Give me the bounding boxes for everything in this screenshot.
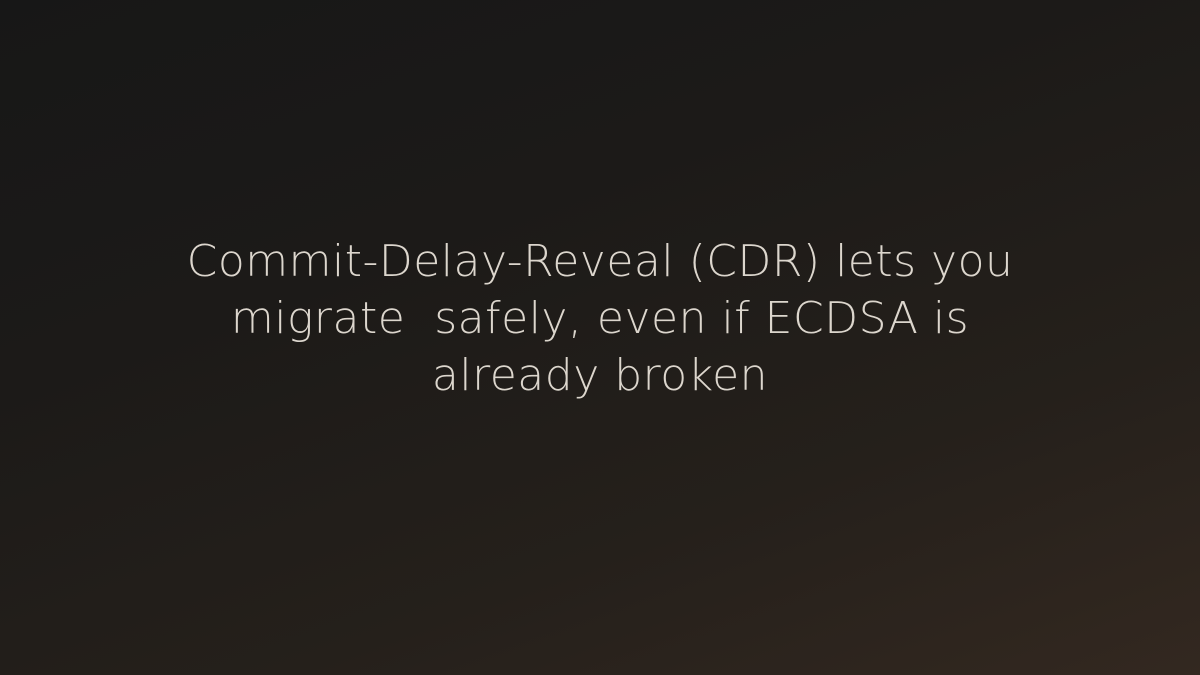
slide: Commit-Delay-Reveal (CDR) lets you migra… bbox=[0, 0, 1200, 675]
headline: Commit-Delay-Reveal (CDR) lets you migra… bbox=[140, 233, 1060, 404]
headline-line-1: Commit-Delay-Reveal (CDR) lets you bbox=[186, 236, 1014, 287]
headline-line-3: already broken bbox=[431, 350, 769, 401]
headline-line-2: migrate safely, even if ECDSA is bbox=[230, 293, 970, 344]
